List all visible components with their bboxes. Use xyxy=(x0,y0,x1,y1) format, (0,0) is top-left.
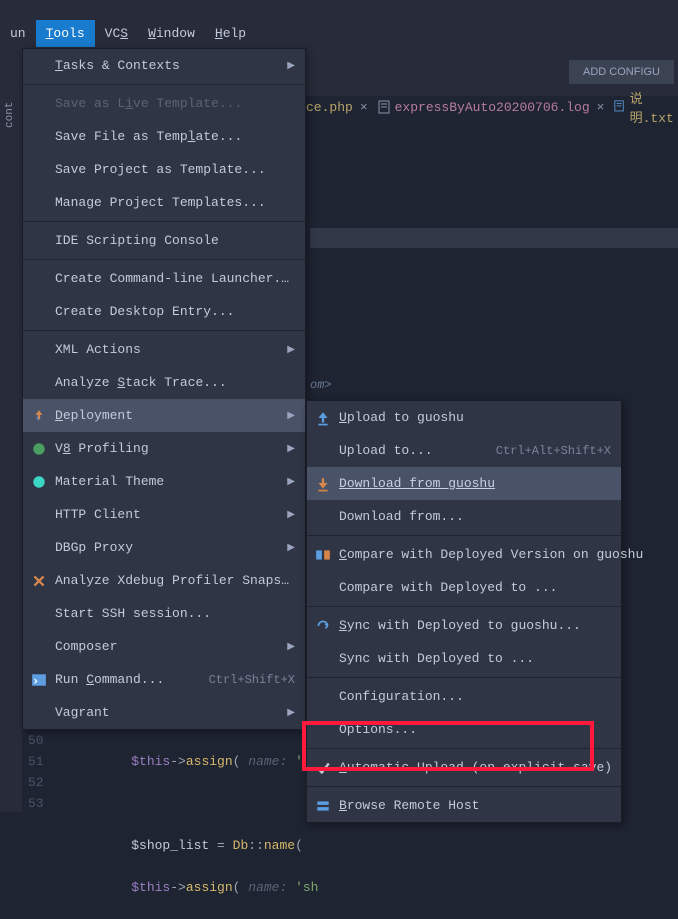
line-number: 53 xyxy=(28,793,44,814)
chevron-right-icon: ▶ xyxy=(287,410,295,422)
close-icon[interactable]: × xyxy=(360,100,368,115)
deployment-submenu: Upload to guoshu Upload to... Ctrl+Alt+S… xyxy=(306,400,622,823)
left-toolwindow-edge: cont xyxy=(0,48,22,812)
download-icon xyxy=(315,476,331,492)
menu-save-file-template[interactable]: Save File as Template... xyxy=(23,120,305,153)
menu-xml-actions[interactable]: XML Actions ▶ xyxy=(23,333,305,366)
menu-compare-guoshu[interactable]: Compare with Deployed Version on guoshu xyxy=(307,538,621,571)
menu-analyze-xdebug[interactable]: Analyze Xdebug Profiler Snapshot... xyxy=(23,564,305,597)
menu-material-theme[interactable]: Material Theme ▶ xyxy=(23,465,305,498)
line-number: 50 xyxy=(28,730,44,751)
tab-shuoming-txt[interactable]: 说明.txt xyxy=(614,88,678,126)
tab-express-log[interactable]: expressByAuto20200706.log × xyxy=(378,100,605,115)
tab-label: expressByAuto20200706.log xyxy=(395,100,590,115)
chevron-right-icon: ▶ xyxy=(287,60,295,72)
menu-sync-to[interactable]: Sync with Deployed to ... xyxy=(307,642,621,675)
tab-ce-php[interactable]: ce.php × xyxy=(306,100,368,115)
file-icon xyxy=(614,100,624,114)
chevron-right-icon: ▶ xyxy=(287,476,295,488)
xdebug-icon xyxy=(31,573,47,589)
chevron-right-icon: ▶ xyxy=(287,443,295,455)
menu-sync-guoshu[interactable]: Sync with Deployed to guoshu... xyxy=(307,609,621,642)
menu-configuration[interactable]: Configuration... xyxy=(307,680,621,713)
menu-upload-to[interactable]: Upload to... Ctrl+Alt+Shift+X xyxy=(307,434,621,467)
chevron-right-icon: ▶ xyxy=(287,641,295,653)
shortcut-label: Ctrl+Shift+X xyxy=(209,673,295,687)
terminal-icon xyxy=(31,672,47,688)
shortcut-label: Ctrl+Alt+Shift+X xyxy=(496,444,611,458)
file-icon xyxy=(378,100,390,114)
menu-ide-scripting-console[interactable]: IDE Scripting Console xyxy=(23,224,305,257)
editor-tabs: ce.php × expressByAuto20200706.log × 说明.… xyxy=(306,88,678,126)
v8-icon xyxy=(31,441,47,457)
menu-browse-remote-host[interactable]: Browse Remote Host xyxy=(307,789,621,822)
line-number: 51 xyxy=(28,751,44,772)
menu-create-cmd-launcher[interactable]: Create Command-line Launcher... xyxy=(23,262,305,295)
left-edge-label: cont xyxy=(4,102,16,128)
menu-run[interactable]: un xyxy=(0,20,36,47)
menu-upload-to-guoshu[interactable]: Upload to guoshu xyxy=(307,401,621,434)
code-fragment-om: om> xyxy=(310,378,332,392)
menu-help[interactable]: Help xyxy=(205,20,256,47)
menu-automatic-upload[interactable]: Automatic Upload (on explicit save) xyxy=(307,751,621,784)
menu-dbgp-proxy[interactable]: DBGp Proxy ▶ xyxy=(23,531,305,564)
menu-analyze-stack-trace[interactable]: Analyze Stack Trace... xyxy=(23,366,305,399)
add-configuration-button[interactable]: ADD CONFIGU xyxy=(569,60,674,84)
menu-tools[interactable]: Tools xyxy=(36,20,95,47)
line-number: 52 xyxy=(28,772,44,793)
close-icon[interactable]: × xyxy=(597,100,605,115)
tab-label: 说明.txt xyxy=(630,88,678,126)
compare-icon xyxy=(315,547,331,563)
menu-vcs[interactable]: VCS xyxy=(95,20,138,47)
chevron-right-icon: ▶ xyxy=(287,542,295,554)
material-theme-icon xyxy=(31,474,47,490)
menu-composer[interactable]: Composer ▶ xyxy=(23,630,305,663)
chevron-right-icon: ▶ xyxy=(287,509,295,521)
menu-options[interactable]: Options... xyxy=(307,713,621,746)
menu-save-project-template[interactable]: Save Project as Template... xyxy=(23,153,305,186)
menu-v8-profiling[interactable]: V8 Profiling ▶ xyxy=(23,432,305,465)
chevron-right-icon: ▶ xyxy=(287,344,295,356)
tools-dropdown-menu: Tasks & Contexts ▶ Save as Live Template… xyxy=(22,48,306,730)
menu-download-from-guoshu[interactable]: Download from guoshu xyxy=(307,467,621,500)
check-icon xyxy=(315,760,331,776)
remote-host-icon xyxy=(315,798,331,814)
menu-vagrant[interactable]: Vagrant ▶ xyxy=(23,696,305,729)
menu-compare-to[interactable]: Compare with Deployed to ... xyxy=(307,571,621,604)
chevron-right-icon: ▶ xyxy=(287,707,295,719)
menu-download-from[interactable]: Download from... xyxy=(307,500,621,533)
tab-label: ce.php xyxy=(306,100,353,115)
menu-manage-project-templates[interactable]: Manage Project Templates... xyxy=(23,186,305,219)
menu-http-client[interactable]: HTTP Client ▶ xyxy=(23,498,305,531)
menu-save-live-template[interactable]: Save as Live Template... xyxy=(23,87,305,120)
menu-start-ssh[interactable]: Start SSH session... xyxy=(23,597,305,630)
menu-window[interactable]: Window xyxy=(138,20,205,47)
sync-icon xyxy=(315,618,331,634)
menu-run-command[interactable]: Run Command... Ctrl+Shift+X xyxy=(23,663,305,696)
code-highlight-strip xyxy=(310,228,678,248)
menu-deployment[interactable]: Deployment ▶ xyxy=(23,399,305,432)
menu-create-desktop-entry[interactable]: Create Desktop Entry... xyxy=(23,295,305,328)
deployment-icon xyxy=(31,408,47,424)
upload-icon xyxy=(315,410,331,426)
editor-gutter: 50 51 52 53 xyxy=(28,730,44,814)
menu-tasks-contexts[interactable]: Tasks & Contexts ▶ xyxy=(23,49,305,82)
